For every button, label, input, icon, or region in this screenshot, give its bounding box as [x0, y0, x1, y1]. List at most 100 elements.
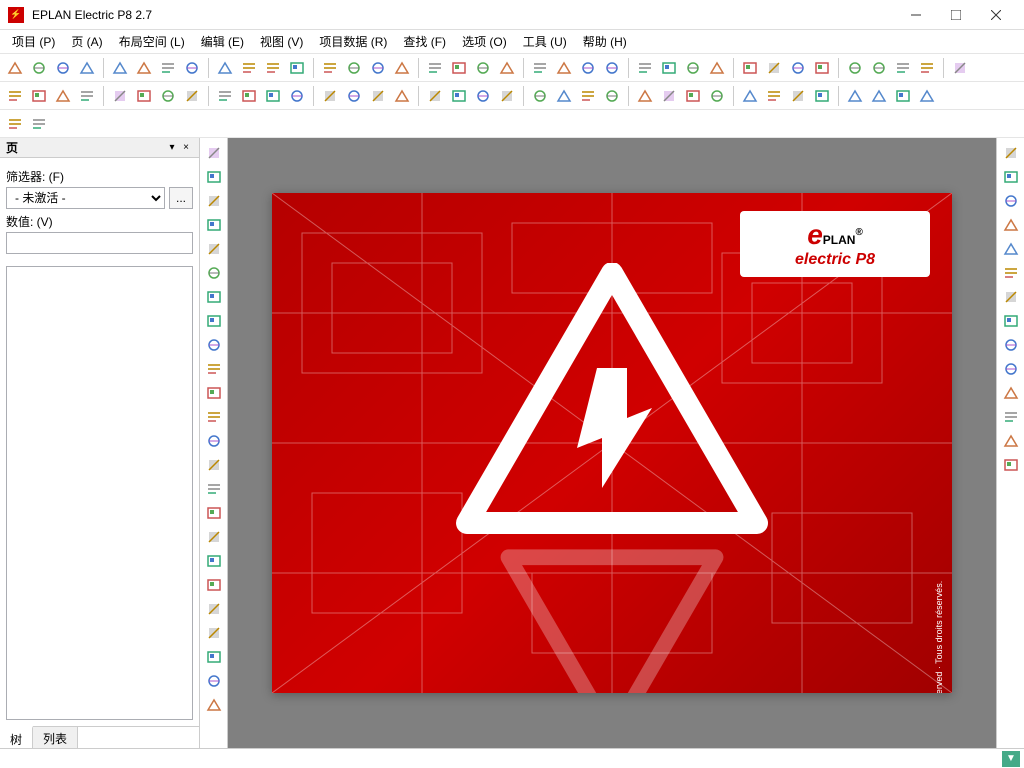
sym2-icon[interactable] [682, 85, 704, 107]
arc2-icon[interactable] [203, 310, 225, 332]
sym4-icon[interactable] [739, 85, 761, 107]
cut-icon[interactable] [133, 57, 155, 79]
line-icon[interactable] [203, 142, 225, 164]
crop-icon[interactable] [844, 57, 866, 79]
value-input[interactable] [6, 232, 193, 254]
conn3-icon[interactable] [1000, 190, 1022, 212]
align-l-icon[interactable] [601, 85, 623, 107]
print-icon[interactable] [76, 57, 98, 79]
menu-edit[interactable]: 编辑 (E) [193, 30, 252, 53]
tree2-icon[interactable] [1000, 382, 1022, 404]
polyline-icon[interactable] [203, 166, 225, 188]
minimize-button[interactable] [896, 1, 936, 29]
sym1-icon[interactable] [658, 85, 680, 107]
box2-icon[interactable] [787, 85, 809, 107]
he-icon[interactable] [1000, 454, 1022, 476]
menu-find[interactable]: 查找 (F) [395, 30, 454, 53]
terminal1-icon[interactable] [76, 85, 98, 107]
cart-add-icon[interactable] [4, 85, 26, 107]
angle2-icon[interactable] [203, 598, 225, 620]
measure3-icon[interactable] [203, 670, 225, 692]
conn2-icon[interactable] [1000, 166, 1022, 188]
h-align-icon[interactable] [682, 57, 704, 79]
v-align-icon[interactable] [706, 57, 728, 79]
screen2-icon[interactable] [472, 57, 494, 79]
sym-d-icon[interactable] [1000, 310, 1022, 332]
menu-project[interactable]: 项目 (P) [4, 30, 63, 53]
key-icon[interactable] [424, 85, 446, 107]
arc-icon[interactable] [203, 286, 225, 308]
close-button[interactable] [976, 1, 1016, 29]
redo-icon[interactable] [343, 57, 365, 79]
pencil-icon[interactable] [203, 574, 225, 596]
menu-layout[interactable]: 布局空间 (L) [111, 30, 193, 53]
sym-b-icon[interactable] [1000, 262, 1022, 284]
link1-icon[interactable] [203, 526, 225, 548]
sym-e-icon[interactable] [1000, 334, 1022, 356]
grid3-icon[interactable] [424, 57, 446, 79]
spline-icon[interactable] [203, 430, 225, 452]
doc-rel-icon[interactable] [391, 85, 413, 107]
panel-icon[interactable] [916, 57, 938, 79]
menu-help[interactable]: 帮助 (H) [575, 30, 635, 53]
align-r-icon[interactable] [634, 85, 656, 107]
menu-project-data[interactable]: 项目数据 (R) [311, 30, 395, 53]
conn1-icon[interactable] [1000, 142, 1022, 164]
monitor-icon[interactable] [4, 113, 26, 135]
sym3-icon[interactable] [706, 85, 728, 107]
connector1-icon[interactable] [157, 85, 179, 107]
zoom-window-icon[interactable] [496, 57, 518, 79]
arrow-right-icon[interactable] [658, 57, 680, 79]
tree1-icon[interactable] [1000, 358, 1022, 380]
paste-icon[interactable] [181, 57, 203, 79]
hex-icon[interactable] [203, 382, 225, 404]
net3-icon[interactable] [577, 85, 599, 107]
explode-icon[interactable] [844, 85, 866, 107]
page-tree[interactable] [6, 266, 193, 720]
grid1-icon[interactable] [367, 57, 389, 79]
terminal3-icon[interactable] [133, 85, 155, 107]
image-icon[interactable] [203, 502, 225, 524]
menu-view[interactable]: 视图 (V) [252, 30, 311, 53]
tab-tree[interactable]: 树 [0, 726, 33, 748]
copy-icon[interactable] [157, 57, 179, 79]
moon-icon[interactable] [203, 334, 225, 356]
new-page-icon[interactable] [4, 57, 26, 79]
zoom-out-icon[interactable] [553, 57, 575, 79]
undo-icon[interactable] [319, 57, 341, 79]
swap-icon[interactable] [892, 57, 914, 79]
curve-icon[interactable] [203, 454, 225, 476]
screen1-icon[interactable] [448, 57, 470, 79]
doc2-icon[interactable] [448, 85, 470, 107]
sym-a-icon[interactable] [1000, 238, 1022, 260]
cart-check-icon[interactable] [28, 85, 50, 107]
filter-select[interactable]: - 未激活 - [6, 187, 165, 209]
pie-icon[interactable] [203, 358, 225, 380]
terminal2-icon[interactable] [109, 85, 131, 107]
grid2-icon[interactable] [391, 57, 413, 79]
status-arrow-icon[interactable]: ▼ [1002, 751, 1020, 767]
layers-icon[interactable] [868, 57, 890, 79]
maximize-button[interactable] [936, 1, 976, 29]
target-icon[interactable] [916, 85, 938, 107]
flag2-icon[interactable] [262, 85, 284, 107]
doc1-icon[interactable] [367, 85, 389, 107]
panel-pin-icon[interactable]: ▾ [165, 141, 179, 155]
brush-icon[interactable] [262, 57, 284, 79]
arrow-left-icon[interactable] [634, 57, 656, 79]
tree3-icon[interactable] [1000, 406, 1022, 428]
open-page-icon[interactable] [28, 57, 50, 79]
gear-wire-icon[interactable] [214, 85, 236, 107]
zoom-fit-icon[interactable] [577, 57, 599, 79]
rect-round-icon[interactable] [203, 238, 225, 260]
net1-icon[interactable] [529, 85, 551, 107]
star-icon[interactable] [1000, 430, 1022, 452]
flag3-icon[interactable] [286, 85, 308, 107]
window-icon[interactable] [949, 57, 971, 79]
conn4-icon[interactable] [1000, 214, 1022, 236]
select-rect-icon[interactable] [214, 57, 236, 79]
flag1-icon[interactable] [181, 85, 203, 107]
measure4-icon[interactable] [203, 694, 225, 716]
group-icon[interactable] [868, 85, 890, 107]
menu-tools[interactable]: 工具 (U) [515, 30, 575, 53]
